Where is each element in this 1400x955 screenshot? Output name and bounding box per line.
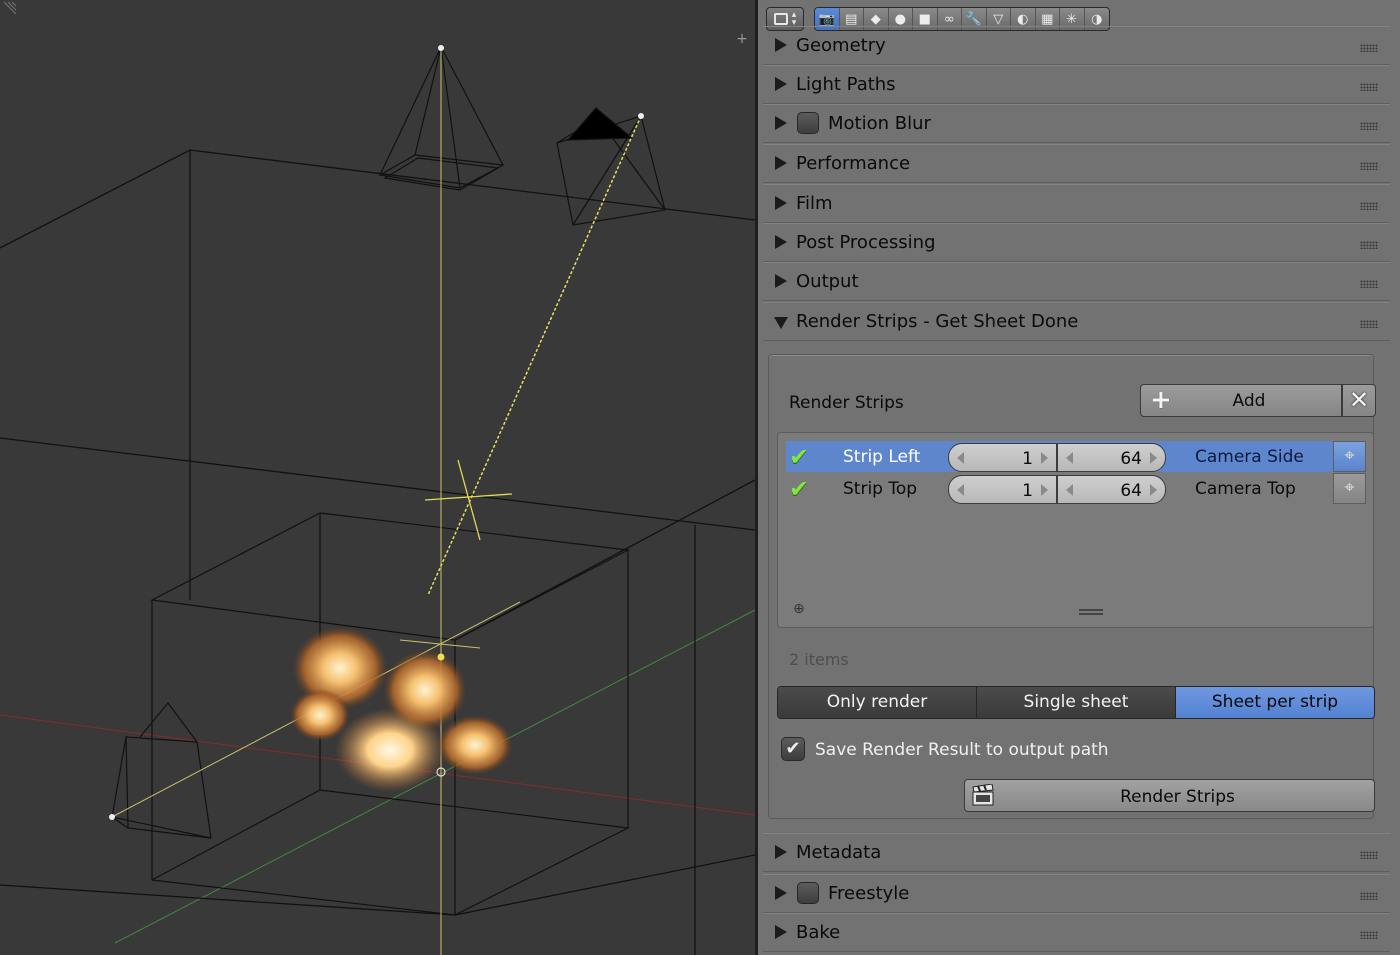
disclosure-closed-icon bbox=[775, 274, 787, 288]
panel-enable-checkbox[interactable] bbox=[797, 882, 819, 904]
render-strips-panel-body: Render Strips + Add ✕ ✔ Strip Left 1 64 Came… bbox=[768, 354, 1376, 819]
panel-label: Render Strips - Get Sheet Done bbox=[796, 311, 1079, 332]
panel-label: Metadata bbox=[796, 842, 882, 863]
strip-camera[interactable]: Camera Side bbox=[1195, 447, 1304, 467]
fire-smoke-simulation bbox=[290, 626, 513, 792]
panel-label: Geometry bbox=[796, 35, 886, 56]
disclosure-closed-icon bbox=[775, 886, 787, 900]
area-split-corner-icon[interactable] bbox=[0, 0, 18, 18]
viewport-toolshelf-plus-icon[interactable]: + bbox=[733, 30, 751, 48]
panel-drag-grip-icon[interactable] bbox=[1360, 320, 1378, 328]
panel-drag-grip-icon[interactable] bbox=[1360, 83, 1378, 91]
panel-drag-grip-icon[interactable] bbox=[1360, 122, 1378, 130]
increment-arrow-icon[interactable] bbox=[1041, 452, 1048, 464]
panel-freestyle[interactable]: Freestyle bbox=[763, 874, 1390, 913]
panel-drag-grip-icon[interactable] bbox=[1360, 44, 1378, 52]
panel-label: Output bbox=[796, 271, 859, 292]
disclosure-closed-icon bbox=[775, 196, 787, 210]
list-resize-grip[interactable] bbox=[1079, 609, 1103, 615]
enabled-check-icon[interactable]: ✔ bbox=[789, 444, 809, 470]
panel-enable-checkbox[interactable] bbox=[797, 112, 819, 134]
panel-geometry[interactable]: Geometry bbox=[763, 26, 1390, 65]
panel-light-paths[interactable]: Light Paths bbox=[763, 65, 1390, 104]
strip-camera[interactable]: Camera Top bbox=[1195, 479, 1296, 499]
vertex-dot bbox=[109, 814, 115, 820]
disclosure-closed-icon bbox=[775, 77, 787, 91]
3d-viewport[interactable]: + bbox=[0, 0, 755, 955]
panel-performance[interactable]: Performance bbox=[763, 144, 1390, 183]
viewport-scene[interactable] bbox=[0, 0, 755, 955]
increment-arrow-icon[interactable] bbox=[1041, 484, 1048, 496]
panel-label: Freestyle bbox=[828, 883, 910, 904]
vertex-dot bbox=[638, 113, 644, 119]
panel-drag-grip-icon[interactable] bbox=[1360, 241, 1378, 249]
panel-film[interactable]: Film bbox=[763, 184, 1390, 223]
render-strips-button[interactable]: Render Strips bbox=[964, 779, 1375, 812]
start-frame-field[interactable]: 1 bbox=[948, 475, 1057, 504]
panel-label: Bake bbox=[796, 922, 841, 943]
panel-label: Performance bbox=[796, 153, 911, 174]
items-count: 2 items bbox=[789, 650, 849, 669]
remove-strip-button[interactable]: ✕ bbox=[1342, 384, 1376, 417]
increment-arrow-icon[interactable] bbox=[1150, 484, 1157, 496]
panel-render-strips-get-sheet-done[interactable]: Render Strips - Get Sheet Done bbox=[763, 302, 1390, 341]
add-button-label: Add bbox=[1232, 391, 1266, 411]
save-render-result-checkbox[interactable]: ✔ bbox=[781, 737, 805, 761]
vertex-dot bbox=[438, 45, 444, 51]
domain-box bbox=[0, 149, 755, 955]
end-frame-field[interactable]: 64 bbox=[1057, 475, 1166, 504]
strip-row[interactable]: ✔ Strip Left 1 64 Camera Side ⌖ bbox=[786, 441, 1366, 472]
mode-option-sheet-per-strip[interactable]: Sheet per strip bbox=[1176, 687, 1374, 718]
vertex-dot bbox=[437, 653, 445, 661]
end-frame-field[interactable]: 64 bbox=[1057, 443, 1166, 472]
add-strip-button[interactable]: + Add bbox=[1140, 384, 1342, 417]
panel-drag-grip-icon[interactable] bbox=[1360, 931, 1378, 939]
enabled-check-icon[interactable]: ✔ bbox=[789, 476, 809, 502]
disclosure-closed-icon bbox=[775, 925, 787, 939]
panel-post-processing[interactable]: Post Processing bbox=[763, 223, 1390, 262]
increment-arrow-icon[interactable] bbox=[1150, 452, 1157, 464]
panel-label: Film bbox=[796, 193, 833, 214]
save-render-result-label: Save Render Result to output path bbox=[815, 740, 1109, 760]
disclosure-closed-icon bbox=[775, 845, 787, 859]
panel-drag-grip-icon[interactable] bbox=[1360, 162, 1378, 170]
properties-editor: ▴ ▾ 📷 ▤ ◆ ● ■ ∞ 🔧 ▽ ◐ ▦ ✳ ◑ Geometry Light Paths Motio… bbox=[758, 0, 1400, 955]
decrement-arrow-icon[interactable] bbox=[957, 452, 964, 464]
render-mode-selector: Only render Single sheet Sheet per strip bbox=[777, 686, 1375, 719]
3d-cursor bbox=[424, 459, 513, 541]
panel-label: Motion Blur bbox=[828, 113, 931, 134]
panel-label: Post Processing bbox=[796, 232, 936, 253]
panel-metadata[interactable]: Metadata bbox=[763, 833, 1390, 872]
decrement-arrow-icon[interactable] bbox=[1066, 484, 1073, 496]
disclosure-open-icon bbox=[774, 317, 788, 329]
panel-drag-grip-icon[interactable] bbox=[1360, 280, 1378, 288]
disclosure-closed-icon bbox=[775, 116, 787, 130]
camera-target-icon[interactable]: ⌖ bbox=[1333, 441, 1366, 472]
list-filter-options-icon[interactable]: ⊕ bbox=[793, 601, 805, 617]
decrement-arrow-icon[interactable] bbox=[1066, 452, 1073, 464]
mode-option-single-sheet[interactable]: Single sheet bbox=[977, 687, 1176, 718]
render-strips-label: Render Strips bbox=[789, 393, 904, 413]
panel-output[interactable]: Output bbox=[763, 262, 1390, 301]
strip-list: ✔ Strip Left 1 64 Camera Side ⌖ ✔ Strip Top 1 64 C… bbox=[777, 432, 1374, 628]
panel-motion-blur[interactable]: Motion Blur bbox=[763, 104, 1390, 143]
camera-left-gizmo bbox=[111, 702, 212, 839]
panel-label: Light Paths bbox=[796, 74, 896, 95]
panel-drag-grip-icon[interactable] bbox=[1360, 892, 1378, 900]
disclosure-closed-icon bbox=[775, 156, 787, 170]
panel-bake[interactable]: Bake bbox=[763, 913, 1390, 952]
render-strips-button-label: Render Strips bbox=[1120, 787, 1235, 807]
strip-row[interactable]: ✔ Strip Top 1 64 Camera Top ⌖ bbox=[786, 473, 1366, 504]
panel-drag-grip-icon[interactable] bbox=[1360, 202, 1378, 210]
disclosure-closed-icon bbox=[775, 38, 787, 52]
panel-drag-grip-icon[interactable] bbox=[1360, 851, 1378, 859]
decrement-arrow-icon[interactable] bbox=[957, 484, 964, 496]
disclosure-closed-icon bbox=[775, 235, 787, 249]
start-frame-field[interactable]: 1 bbox=[948, 443, 1057, 472]
camera-target-icon[interactable]: ⌖ bbox=[1333, 473, 1366, 504]
strip-name[interactable]: Strip Left bbox=[843, 447, 920, 467]
strip-name[interactable]: Strip Top bbox=[843, 479, 917, 499]
mode-option-only-render[interactable]: Only render bbox=[778, 687, 977, 718]
properties-editor-icon bbox=[773, 13, 788, 25]
